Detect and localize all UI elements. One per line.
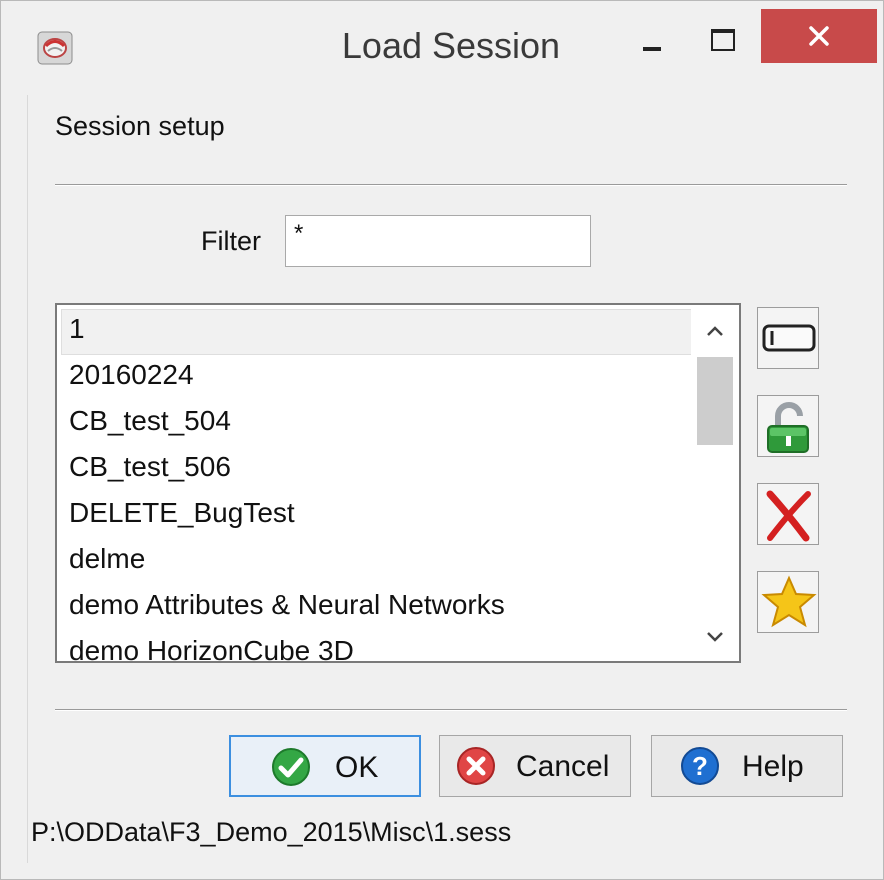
cancel-x-icon	[456, 746, 496, 794]
ok-label: OK	[335, 751, 379, 784]
list-item[interactable]: demo HorizonCube 3D	[69, 635, 354, 661]
list-item[interactable]: 1	[69, 313, 85, 345]
scroll-down-icon[interactable]	[691, 615, 739, 659]
list-item[interactable]: delme	[69, 543, 145, 575]
unlock-button[interactable]	[757, 395, 819, 457]
session-list[interactable]: 1 20160224 CB_test_504 CB_test_506 DELET…	[55, 303, 741, 663]
section-label: Session setup	[55, 111, 225, 141]
title-bar[interactable]: Load Session	[1, 1, 883, 95]
delete-button[interactable]	[757, 483, 819, 545]
bottom-separator	[55, 709, 847, 711]
rename-button[interactable]	[757, 307, 819, 369]
unlock-icon	[767, 402, 809, 453]
filter-input[interactable]	[285, 215, 591, 267]
load-session-dialog: Load Session Session setup Filter 1 2016…	[0, 0, 884, 880]
checkmark-icon	[271, 747, 311, 795]
close-button[interactable]	[761, 9, 877, 63]
rename-icon	[762, 324, 816, 352]
list-item[interactable]: demo Attributes & Neural Networks	[69, 589, 505, 621]
cancel-label: Cancel	[516, 750, 610, 783]
scroll-up-icon[interactable]	[691, 309, 739, 353]
list-selection-highlight	[61, 309, 693, 355]
ok-button[interactable]: OK	[229, 735, 421, 797]
help-label: Help	[742, 750, 804, 783]
help-button[interactable]: ? Help	[651, 735, 843, 797]
list-item[interactable]: CB_test_504	[69, 405, 231, 437]
help-question-icon: ?	[680, 746, 720, 794]
list-item[interactable]: CB_test_506	[69, 451, 231, 483]
svg-text:?: ?	[692, 751, 708, 781]
delete-icon	[766, 490, 811, 542]
minimize-icon[interactable]	[619, 11, 679, 71]
session-file-path: P:\ODData\F3_Demo_2015\Misc\1.sess	[31, 817, 512, 847]
star-icon	[761, 575, 817, 628]
maximize-icon[interactable]	[691, 11, 751, 71]
close-icon	[809, 26, 829, 46]
scroll-thumb[interactable]	[697, 357, 733, 445]
window-title: Load Session	[341, 25, 561, 66]
filter-label: Filter	[201, 226, 261, 256]
set-default-button[interactable]	[757, 571, 819, 633]
top-separator	[55, 184, 847, 186]
cancel-button[interactable]: Cancel	[439, 735, 631, 797]
list-scrollbar[interactable]	[691, 305, 739, 661]
list-item[interactable]: DELETE_BugTest	[69, 497, 295, 529]
list-item[interactable]: 20160224	[69, 359, 194, 391]
